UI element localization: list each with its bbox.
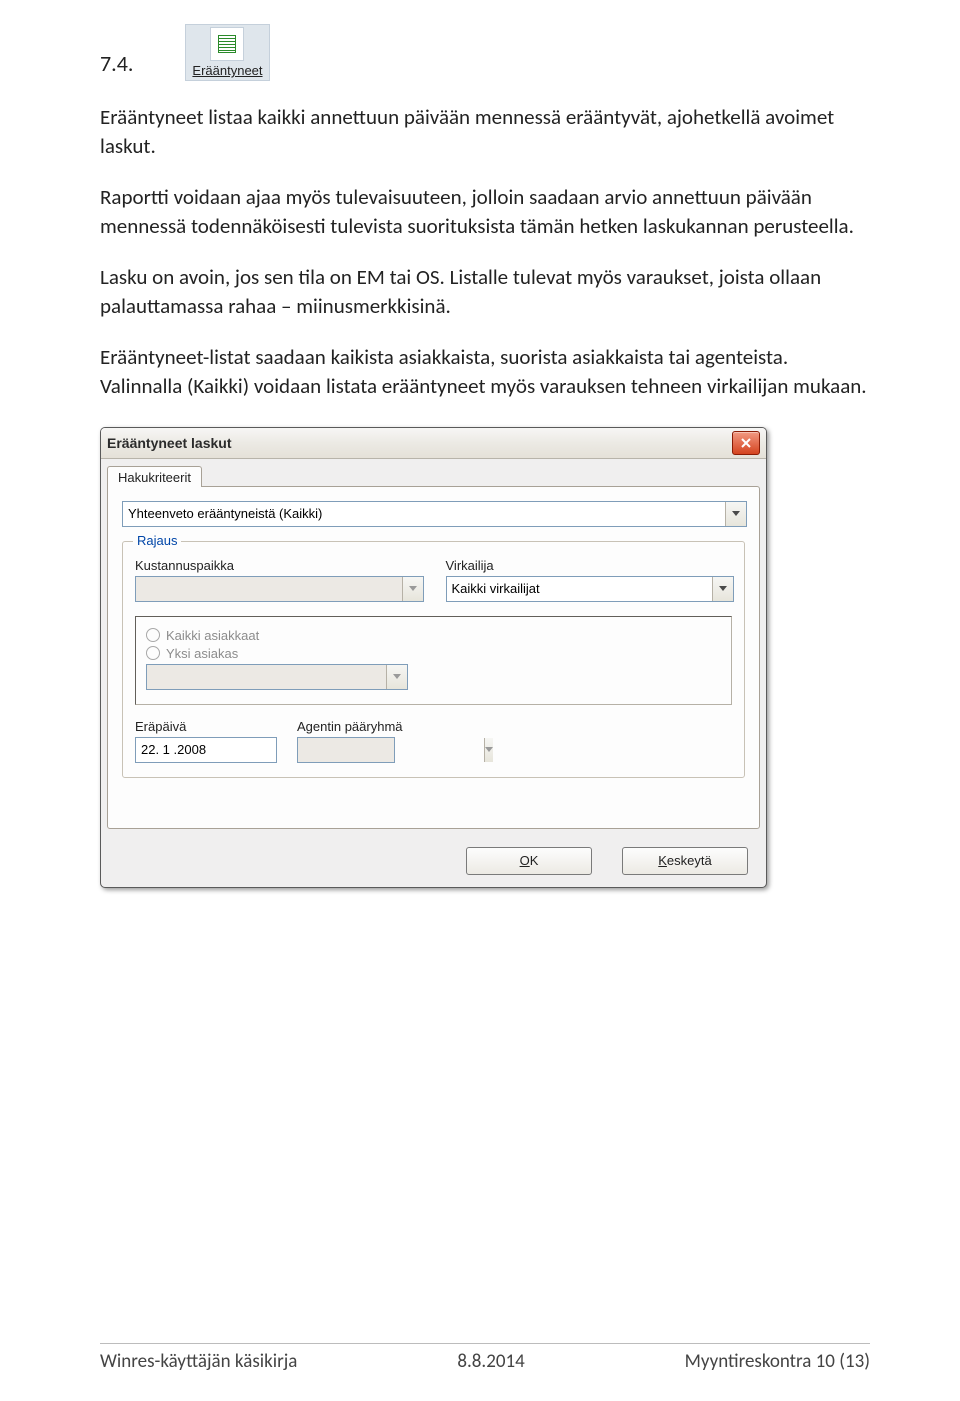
asiakas-select	[146, 664, 408, 690]
page-footer: Winres-käyttäjän käsikirja 8.8.2014 Myyn…	[100, 1343, 870, 1373]
kustannuspaikka-select	[135, 576, 424, 602]
chevron-down-icon[interactable]	[712, 577, 733, 601]
footer-left: Winres-käyttäjän käsikirja	[100, 1350, 297, 1373]
close-button[interactable]	[732, 431, 760, 455]
titlebar: Erääntyneet laskut	[101, 428, 766, 459]
close-icon	[740, 437, 752, 449]
toolbar-button-label: Erääntyneet	[190, 61, 264, 78]
rajaus-fieldset: Rajaus Kustannuspaikka Virkailija	[122, 541, 745, 778]
paragraph: Erääntyneet listaa kaikki annettuun päiv…	[100, 103, 870, 161]
ok-button[interactable]: OK	[466, 847, 592, 875]
agentin-paaryhma-select	[297, 737, 395, 763]
fieldset-legend: Rajaus	[133, 533, 181, 548]
radio-icon	[146, 646, 160, 660]
chevron-down-icon	[484, 738, 493, 762]
paragraph: Lasku on avoin, jos sen tila on EM tai O…	[100, 263, 870, 321]
kustannuspaikka-label: Kustannuspaikka	[135, 558, 422, 573]
radio-label: Kaikki asiakkaat	[166, 628, 259, 643]
summary-select[interactable]	[122, 501, 747, 527]
erapaiva-label: Eräpäivä	[135, 719, 277, 734]
radio-icon	[146, 628, 160, 642]
list-icon	[210, 27, 244, 61]
radio-yksi-asiakas: Yksi asiakas	[146, 646, 721, 661]
radio-label: Yksi asiakas	[166, 646, 238, 661]
paragraph: Raportti voidaan ajaa myös tulevaisuutee…	[100, 183, 870, 241]
chevron-down-icon[interactable]	[725, 502, 746, 526]
paragraph: Erääntyneet-listat saadaan kaikista asia…	[100, 343, 870, 401]
asiakas-group: Kaikki asiakkaat Yksi asiakas	[135, 616, 732, 705]
agentin-paaryhma-label: Agentin pääryhmä	[297, 719, 403, 734]
tab-hakukriteerit[interactable]: Hakukriteerit	[107, 466, 202, 487]
virkailija-select[interactable]	[446, 576, 735, 602]
cancel-button[interactable]: Keskeytä	[622, 847, 748, 875]
summary-select-value[interactable]	[123, 502, 725, 526]
toolbar-button-eraantyneet[interactable]: Erääntyneet	[185, 24, 269, 81]
footer-center: 8.8.2014	[457, 1350, 524, 1373]
chevron-down-icon	[386, 665, 407, 689]
radio-kaikki-asiakkaat: Kaikki asiakkaat	[146, 628, 721, 643]
section-number: 7.4.	[100, 50, 133, 77]
window-title: Erääntyneet laskut	[107, 435, 732, 451]
erapaiva-value[interactable]	[136, 738, 322, 762]
virkailija-value[interactable]	[447, 577, 713, 601]
footer-right: Myyntireskontra 10 (13)	[685, 1350, 870, 1373]
dialog-eraantyneet-laskut: Erääntyneet laskut Hakukriteerit Rajaus …	[100, 427, 767, 888]
chevron-down-icon	[402, 577, 423, 601]
erapaiva-picker[interactable]	[135, 737, 277, 763]
virkailija-label: Virkailija	[446, 558, 733, 573]
